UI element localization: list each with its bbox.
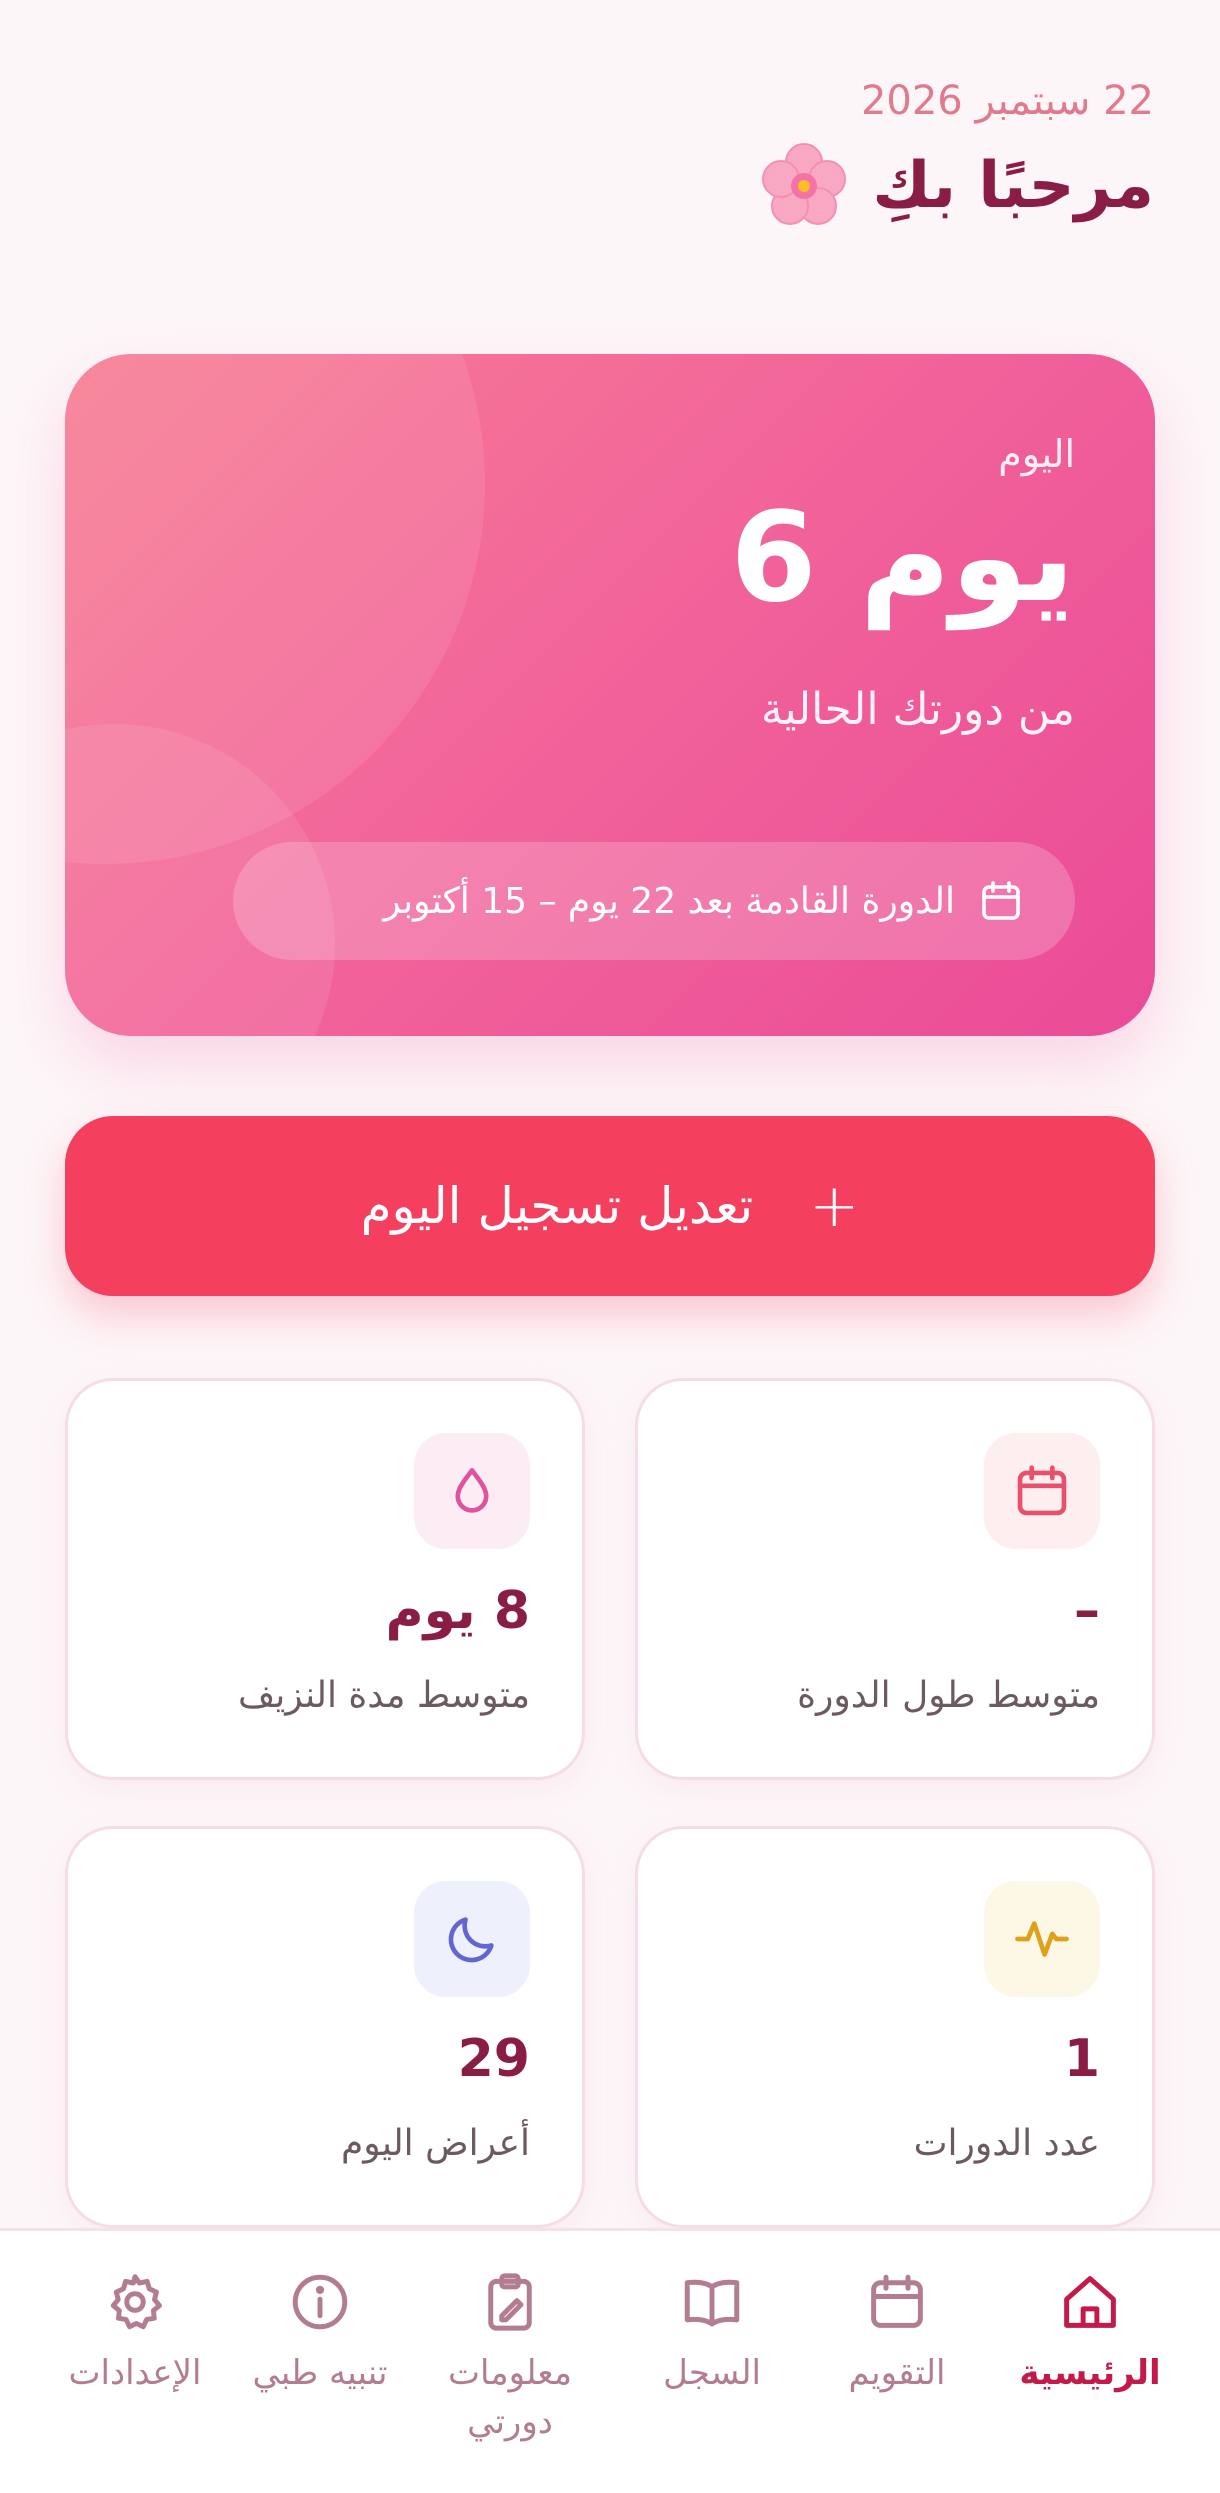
current-date: 22 سبتمبر 2026	[860, 78, 1154, 124]
calendar-icon	[1017, 1465, 1067, 1516]
stat-label: متوسط طول الدورة	[797, 1675, 1100, 1716]
stat-card-cycle-count: 1 عدد الدورات	[635, 1826, 1155, 2228]
nav-item-settings[interactable]: الإعدادات	[45, 2269, 225, 2398]
stat-value: 8 يوم	[385, 1581, 530, 1641]
activity-icon	[1015, 1921, 1069, 1957]
calendar-icon	[982, 881, 1020, 920]
stat-value: –	[1074, 1581, 1100, 1641]
info-icon	[292, 2274, 348, 2330]
calendar-icon	[871, 2274, 923, 2328]
stat-label: متوسط مدة النزيف	[238, 1675, 530, 1716]
nav-item-log[interactable]: السجل	[622, 2269, 802, 2398]
drop-icon	[455, 1468, 489, 1513]
book-icon	[684, 2279, 740, 2327]
stat-value: 1	[1063, 2029, 1100, 2089]
stat-label: عدد الدورات	[913, 2123, 1100, 2164]
nav-label: تنبيه طبي	[252, 2353, 388, 2393]
nav-label: التقويم	[848, 2353, 946, 2393]
plus-icon: +	[809, 1171, 860, 1241]
nav-label: الإعدادات	[68, 2353, 202, 2393]
greeting: مرحبًا بكِ	[872, 149, 1154, 223]
stat-value: 29	[457, 2029, 530, 2089]
stat-card-bleeding-duration: 8 يوم متوسط مدة النزيف	[65, 1378, 585, 1780]
moon-icon	[448, 1917, 494, 1963]
cycle-day-subtitle: من دورتك الحالية	[760, 684, 1075, 735]
nav-item-medical-alert[interactable]: تنبيه طبي	[240, 2269, 400, 2398]
next-period-pill: الدورة القادمة بعد 22 يوم – 15 أكتوبر	[233, 842, 1075, 960]
edit-today-log-label: تعديل تسجيل اليوم	[360, 1177, 754, 1235]
nav-label: الرئيسية	[1019, 2353, 1161, 2393]
cherry-blossom-icon	[762, 143, 847, 225]
next-period-text: الدورة القادمة بعد 22 يوم – 15 أكتوبر	[383, 880, 955, 922]
current-cycle-card: اليوم يوم 6 من دورتك الحالية الدورة القا…	[65, 354, 1155, 1036]
cycle-day: يوم 6	[730, 486, 1075, 630]
nav-label: السجل	[663, 2353, 761, 2393]
clipboard-icon	[488, 2273, 532, 2331]
edit-today-log-button[interactable]: + تعديل تسجيل اليوم	[65, 1116, 1155, 1296]
today-label: اليوم	[998, 432, 1075, 476]
stat-card-today-symptoms: 29 أعراض اليوم	[65, 1826, 585, 2228]
nav-item-cycle-info[interactable]: معلومات دورتي	[420, 2269, 600, 2448]
bottom-navigation: الرئيسية التقويم السجل معلومات دورتي تنب…	[0, 2228, 1220, 2493]
home-icon	[1064, 2276, 1116, 2328]
stat-label: أعراض اليوم	[340, 2123, 530, 2164]
nav-item-home[interactable]: الرئيسية	[1000, 2269, 1180, 2398]
nav-item-calendar[interactable]: التقويم	[807, 2269, 987, 2398]
header: 22 سبتمبر 2026 مرحبًا بكِ	[760, 78, 1154, 230]
nav-label: معلومات دورتي	[447, 2353, 572, 2443]
stat-card-cycle-length: – متوسط طول الدورة	[635, 1378, 1155, 1780]
gear-icon	[110, 2274, 162, 2330]
